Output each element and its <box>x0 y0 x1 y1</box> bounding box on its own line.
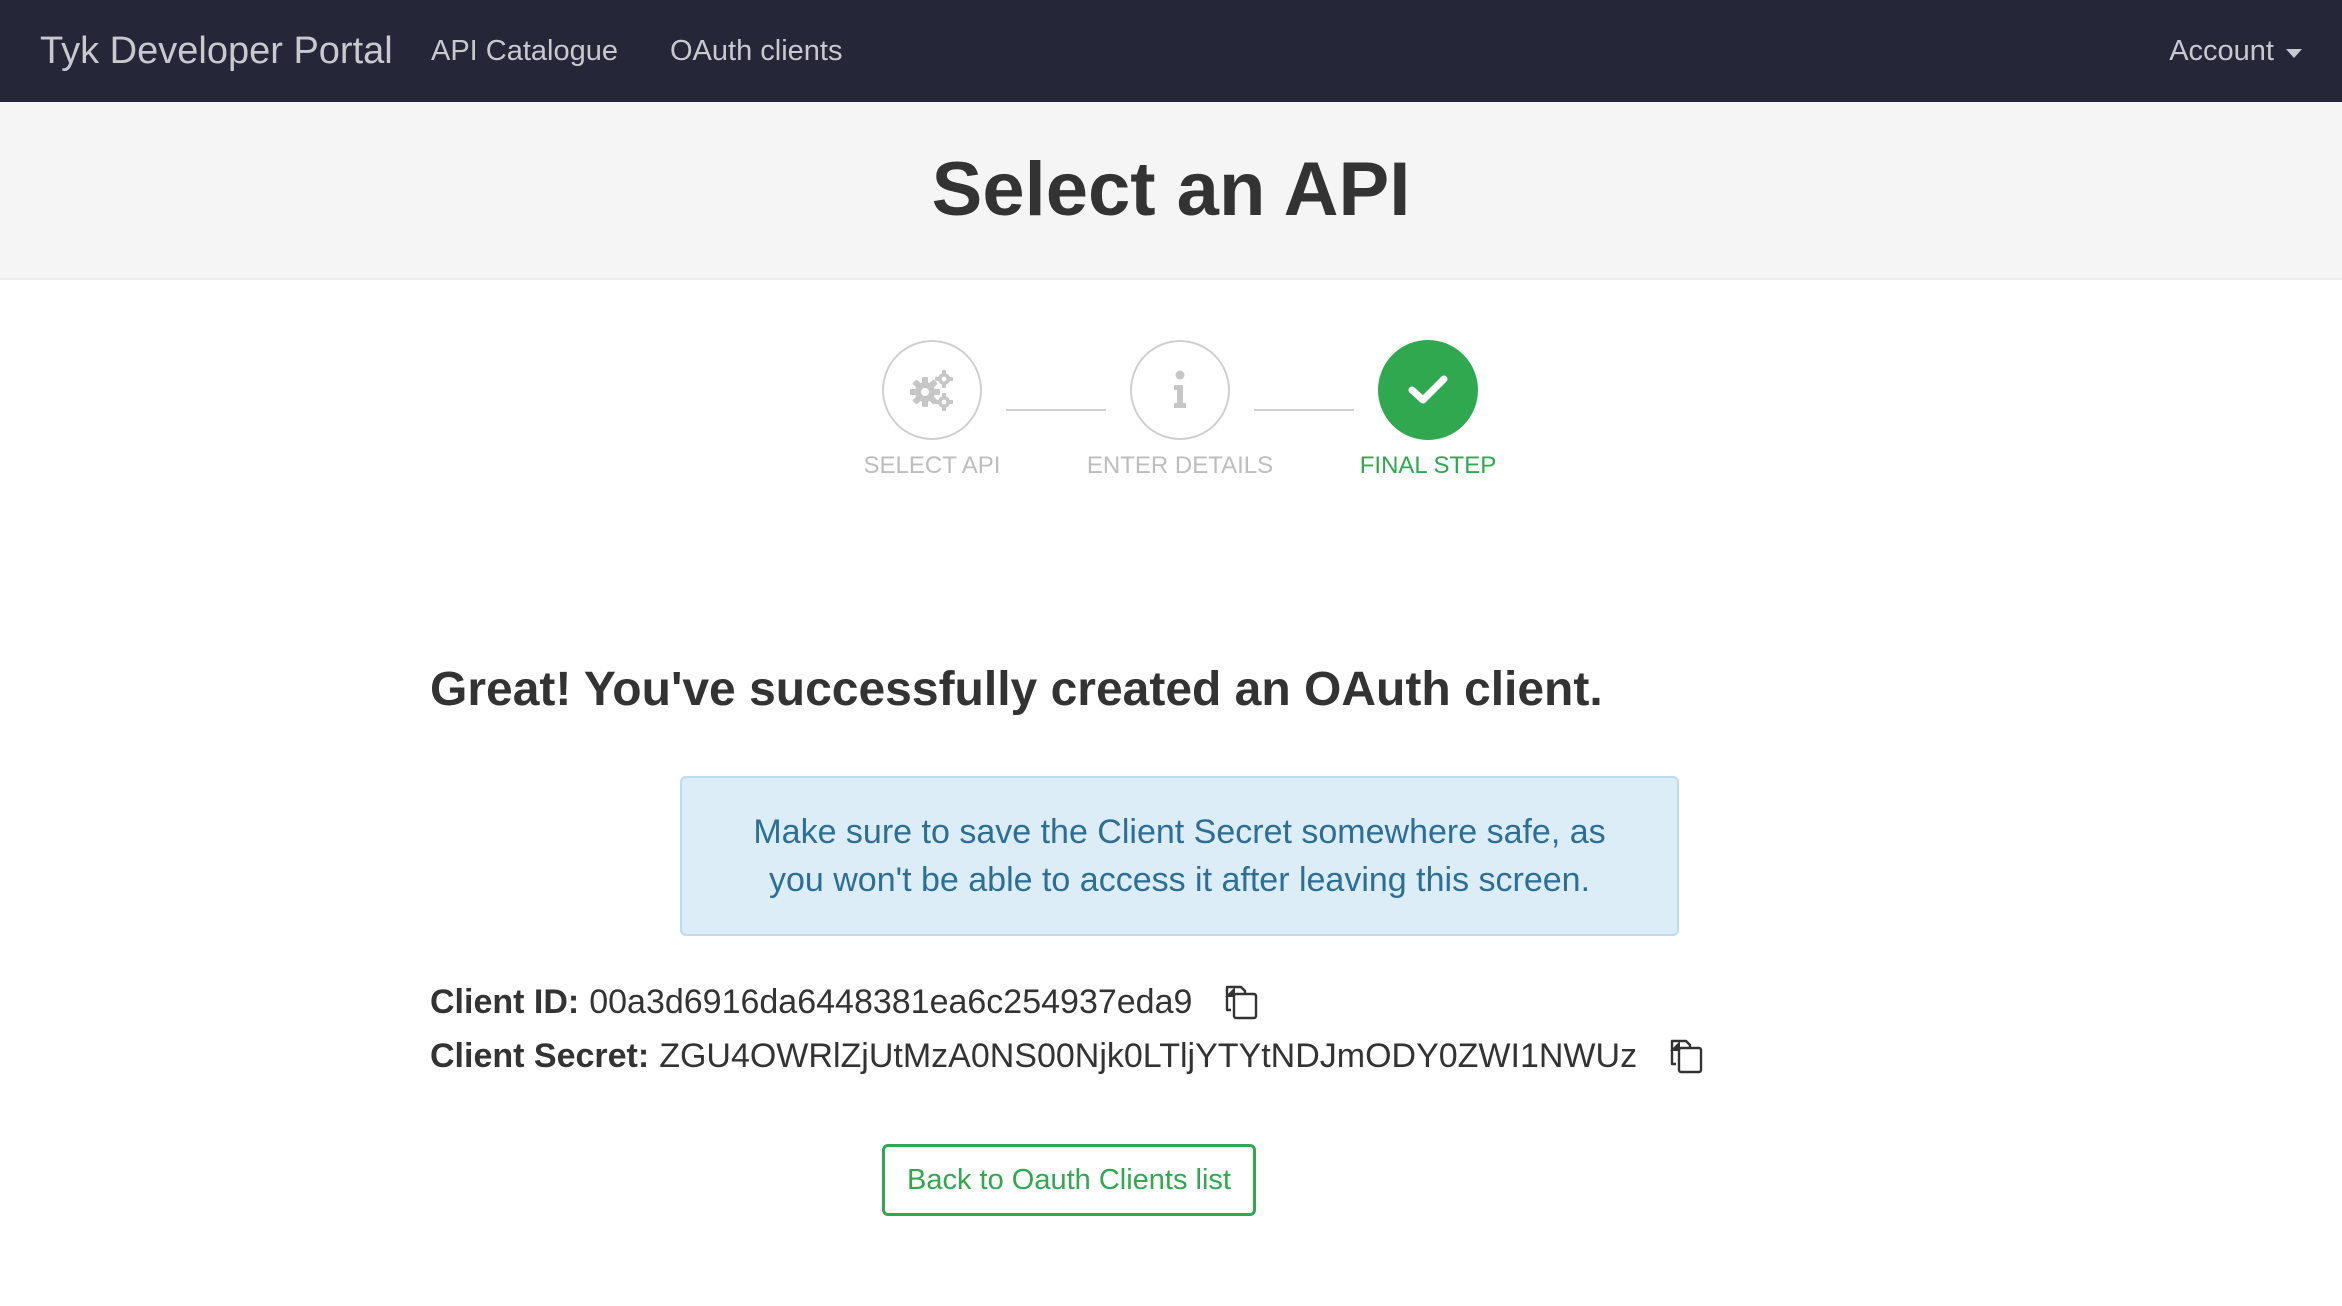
copy-icon[interactable] <box>1222 983 1260 1021</box>
success-heading: Great! You've successfully created an OA… <box>430 663 1603 716</box>
step-enter-details <box>1130 340 1230 440</box>
client-secret-row: Client Secret: ZGU4OWRlZjUtMzA0NS00Njk0L… <box>430 1034 1705 1078</box>
client-id-label: Client ID: <box>430 983 580 1021</box>
nav-oauth-clients[interactable]: OAuth clients <box>670 30 842 72</box>
step-select-api <box>882 340 982 440</box>
client-id-row: Client ID: 00a3d6916da6448381ea6c254937e… <box>430 980 1260 1024</box>
back-to-oauth-clients-button[interactable]: Back to Oauth Clients list <box>882 1144 1256 1216</box>
gears-icon <box>910 370 953 411</box>
info-alert: Make sure to save the Client Secret some… <box>680 776 1679 936</box>
top-navbar: Tyk Developer Portal API Catalogue OAuth… <box>0 0 2342 102</box>
account-dropdown[interactable]: Account <box>2169 30 2302 72</box>
client-secret-value: ZGU4OWRlZjUtMzA0NS00Njk0LTljYTYtNDJmODY0… <box>659 1037 1638 1075</box>
progress-stepper: SELECT API ENTER DETAILS FINAL STEP <box>0 340 2342 490</box>
step-label: FINAL STEP <box>1359 452 1497 479</box>
step-final <box>1378 340 1478 440</box>
alert-text: Make sure to save the Client Secret some… <box>753 813 1606 899</box>
step-connector <box>1254 409 1354 411</box>
step-label: ENTER DETAILS <box>1086 452 1274 479</box>
info-icon <box>1174 370 1186 408</box>
client-id-value: 00a3d6916da6448381ea6c254937eda9 <box>589 983 1193 1021</box>
client-secret-label: Client Secret: <box>430 1037 650 1075</box>
brand-link[interactable]: Tyk Developer Portal <box>40 26 393 76</box>
step-label: SELECT API <box>863 452 1001 479</box>
check-icon <box>1408 375 1448 404</box>
account-label: Account <box>2169 35 2274 67</box>
nav-api-catalogue[interactable]: API Catalogue <box>431 30 618 72</box>
step-connector <box>1006 409 1106 411</box>
page-header: Select an API <box>0 102 2342 280</box>
copy-icon[interactable] <box>1667 1037 1705 1075</box>
caret-down-icon <box>2286 48 2302 58</box>
page-title: Select an API <box>931 147 1411 232</box>
